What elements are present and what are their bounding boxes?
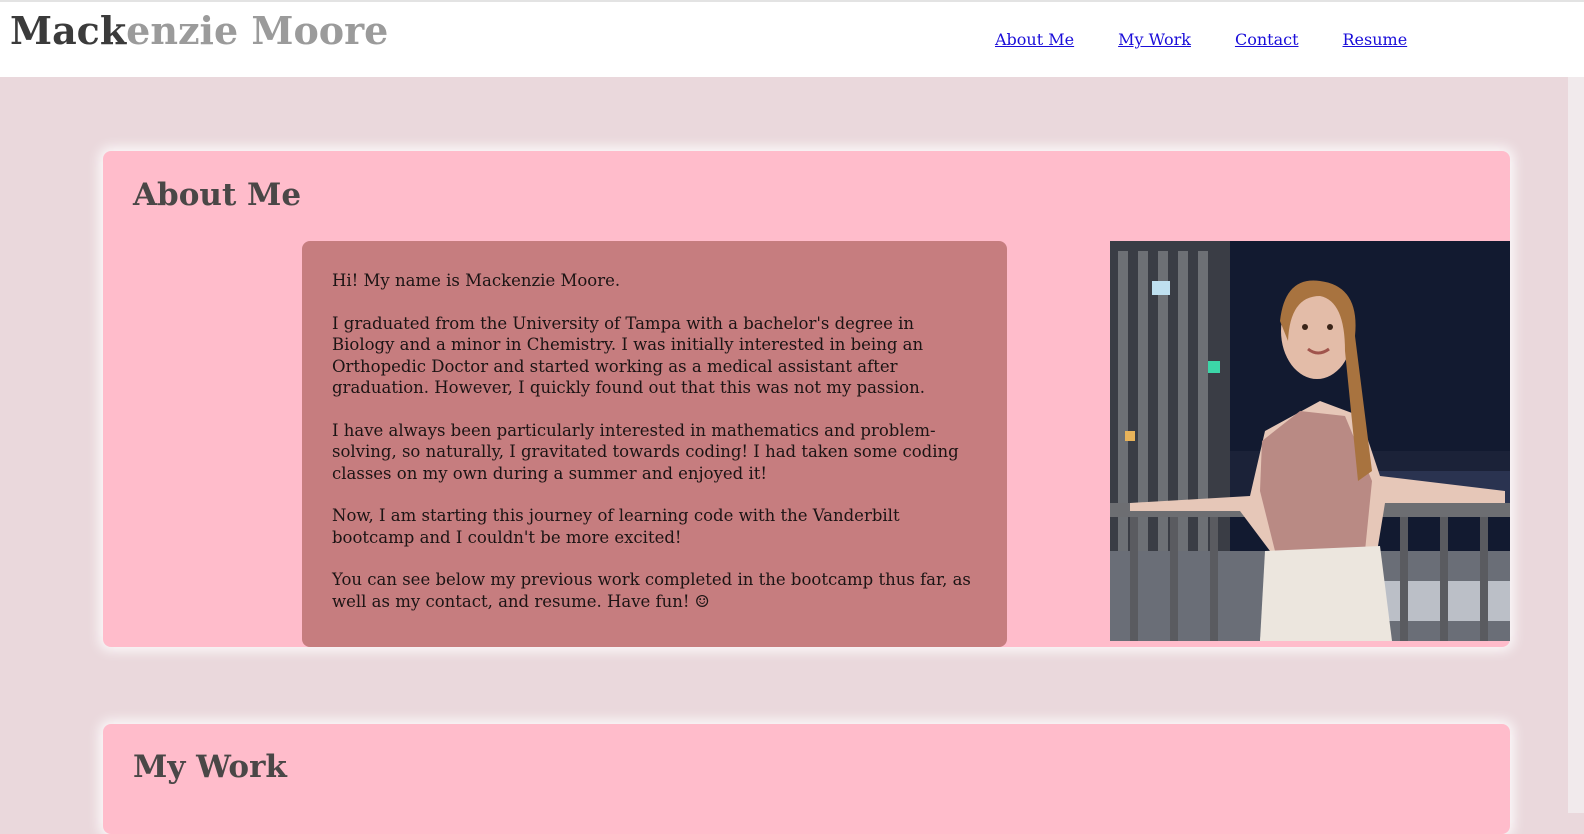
bio-paragraph: Now, I am starting this journey of learn…: [332, 506, 900, 547]
bio-paragraph: Hi! My name is Mackenzie Moore.: [332, 271, 621, 290]
bio-paragraph: I have always been particularly interest…: [332, 420, 959, 483]
work-section: My Work: [103, 724, 1510, 834]
scrollbar-track[interactable]: [1568, 0, 1584, 813]
brand-first: Mack: [10, 8, 127, 53]
main-nav: About Me My Work Contact Resume: [995, 30, 1407, 49]
site-header: Mackenzie Moore About Me My Work Contact…: [0, 0, 1584, 77]
nav-link-resume[interactable]: Resume: [1343, 30, 1408, 49]
bio-paragraph: You can see below my previous work compl…: [332, 570, 971, 611]
nav-link-work[interactable]: My Work: [1118, 30, 1191, 49]
site-brand[interactable]: Mackenzie Moore: [10, 10, 388, 52]
profile-photo: [1110, 241, 1510, 641]
nav-link-contact[interactable]: Contact: [1235, 30, 1299, 49]
about-heading: About Me: [133, 177, 302, 213]
nav-link-about[interactable]: About Me: [995, 30, 1074, 49]
about-section: About Me Hi! My name is Mackenzie Moore.…: [103, 151, 1510, 647]
brand-rest: enzie Moore: [126, 8, 389, 53]
bio-paragraph: I graduated from the University of Tampa…: [332, 313, 925, 398]
work-heading: My Work: [133, 749, 287, 785]
bio-box: Hi! My name is Mackenzie Moore. I gradua…: [302, 241, 1007, 647]
